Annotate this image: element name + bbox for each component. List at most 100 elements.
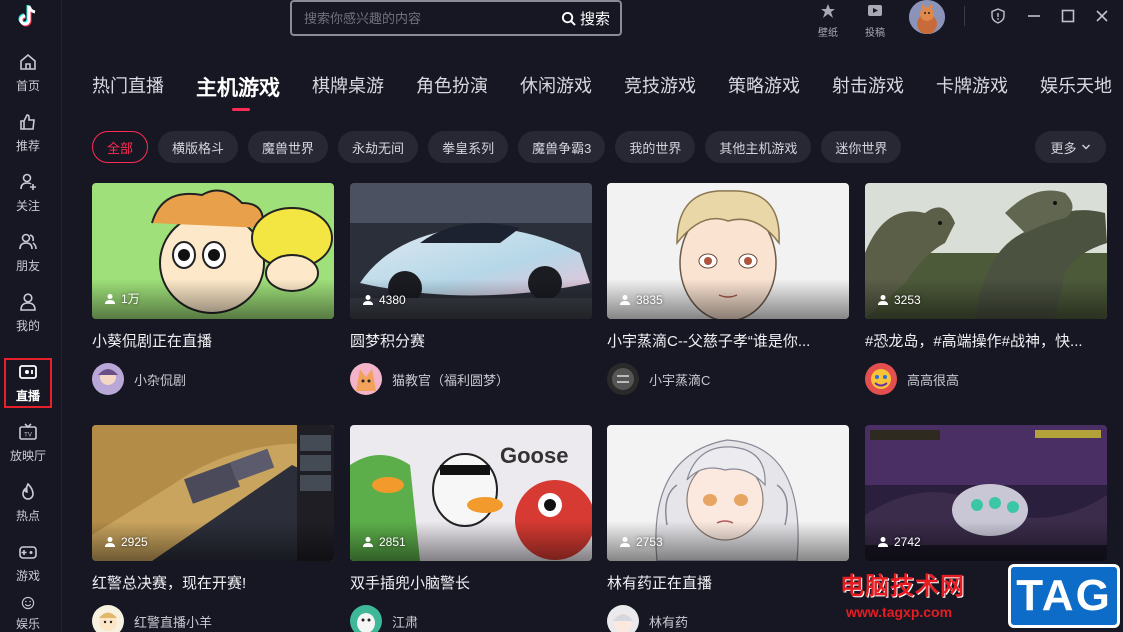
sidebar-item-games[interactable]: 游戏	[4, 538, 52, 588]
sidebar-item-cinema[interactable]: TV 放映厅	[4, 418, 52, 468]
sidebar-item-follow[interactable]: 关注	[4, 168, 52, 218]
viewer-count: 2925	[104, 535, 148, 549]
minimize-button[interactable]	[1022, 4, 1046, 28]
tab-hot-live[interactable]: 热门直播	[92, 72, 196, 108]
sidebar-item-mine[interactable]: 我的	[4, 288, 52, 338]
sidebar-item-entertainment[interactable]: 娱乐	[4, 596, 52, 632]
wallpaper-icon	[821, 3, 835, 18]
more-button[interactable]: 更多	[1035, 131, 1106, 163]
close-button[interactable]	[1090, 4, 1114, 28]
tab-role-playing[interactable]: 角色扮演	[416, 72, 520, 108]
chip-warcraft-3[interactable]: 魔兽争霸3	[518, 131, 606, 163]
live-card[interactable]: 2753 林有药正在直播 林有药	[607, 425, 849, 632]
card-title[interactable]: 林有药正在直播	[607, 572, 849, 593]
author-avatar[interactable]	[350, 605, 382, 632]
tab-console-games[interactable]: 主机游戏	[196, 72, 312, 111]
author-avatar[interactable]	[607, 605, 639, 632]
viewer-icon	[363, 295, 373, 305]
follow-user-icon	[20, 173, 36, 190]
card-title[interactable]: 圆梦积分赛	[350, 330, 592, 351]
live-card[interactable]: Goose 2851 双手插兜小脑警长 江肃	[350, 425, 592, 632]
card-author[interactable]: 高高很高	[865, 363, 1107, 395]
category-tabs: 热门直播 主机游戏 棋牌桌游 角色扮演 休闲游戏 竞技游戏 策略游戏 射击游戏 …	[92, 72, 1123, 111]
chip-king-of-fighters[interactable]: 拳皇系列	[428, 131, 509, 163]
author-avatar[interactable]	[350, 363, 382, 395]
more-label: 更多	[1050, 140, 1077, 156]
tab-shooting-games[interactable]: 射击游戏	[832, 72, 936, 108]
chip-side-scroll-fighting[interactable]: 横版格斗	[158, 131, 239, 163]
chevron-down-icon	[1081, 144, 1090, 150]
viewer-icon	[105, 293, 115, 304]
sidebar-item-hot[interactable]: 热点	[4, 478, 52, 528]
card-title[interactable]: 小葵侃剧正在直播	[92, 330, 334, 351]
sidebar-item-friends[interactable]: 朋友	[4, 228, 52, 278]
tab-board-games[interactable]: 棋牌桌游	[312, 72, 416, 108]
chip-minecraft[interactable]: 我的世界	[615, 131, 696, 163]
author-name: 高高很高	[907, 372, 960, 388]
sidebar-item-label: 放映厅	[9, 449, 46, 463]
window-controls-separator	[964, 6, 965, 26]
viewer-count-value: 3835	[636, 293, 663, 307]
tab-card-games[interactable]: 卡牌游戏	[936, 72, 1040, 108]
author-avatar[interactable]	[607, 363, 639, 395]
sidebar-item-label: 直播	[15, 389, 40, 403]
gamepad-icon	[19, 546, 37, 559]
tab-strategy-games[interactable]: 策略游戏	[728, 72, 832, 108]
chip-naraka[interactable]: 永劫无间	[338, 131, 419, 163]
card-title[interactable]: 双手插兜小脑警长	[350, 572, 592, 593]
card-title[interactable]: #恐龙岛，#高端操作#战神，快...	[865, 330, 1107, 351]
maximize-button[interactable]	[1056, 4, 1080, 28]
wallpaper-button[interactable]: 壁纸	[810, 0, 846, 40]
wallpaper-label: 壁纸	[818, 27, 838, 39]
security-button[interactable]	[986, 4, 1010, 28]
shield-icon	[991, 8, 1005, 24]
tv-icon: TV	[19, 423, 37, 440]
live-card[interactable]: 3835 小宇蒸滴C--父慈子孝“谁是你... 小宇蒸滴C	[607, 183, 849, 395]
viewer-count: 2851	[362, 535, 406, 549]
card-author[interactable]: 江肃	[350, 605, 592, 632]
author-name: 猫教官（福利圆梦）	[392, 372, 510, 388]
tab-competitive-games[interactable]: 竞技游戏	[624, 72, 728, 108]
sidebar-item-label: 热点	[15, 509, 40, 523]
user-avatar[interactable]	[909, 0, 945, 34]
search-button-label: 搜索	[579, 10, 610, 28]
live-card[interactable]: 2925 红警总决赛，现在开赛! 红警直播小羊	[92, 425, 334, 632]
viewer-count: 4380	[362, 293, 406, 307]
author-avatar[interactable]	[92, 605, 124, 632]
viewer-count-value: 3253	[894, 293, 921, 307]
sidebar-item-recommend[interactable]: 推荐	[4, 108, 52, 158]
card-author[interactable]: 林有药	[607, 605, 849, 632]
author-avatar[interactable]	[92, 363, 124, 395]
sidebar-item-label: 娱乐	[15, 617, 40, 631]
chip-all[interactable]: 全部	[92, 131, 149, 163]
live-card[interactable]: 1万 小葵侃剧正在直播 小杂侃剧	[92, 183, 334, 395]
live-card[interactable]: 4380 圆梦积分赛 猫教官（福利圆梦）	[350, 183, 592, 395]
thumbs-up-icon	[20, 114, 35, 130]
tab-casual-games[interactable]: 休闲游戏	[520, 72, 624, 108]
card-author[interactable]: 小宇蒸滴C	[607, 363, 849, 395]
douyin-logo-icon[interactable]	[12, 2, 42, 32]
card-author[interactable]: 红警直播小羊	[92, 605, 334, 632]
card-author[interactable]: 猫教官（福利圆梦）	[350, 363, 592, 395]
card-title[interactable]: 红警总决赛，现在开赛!	[92, 572, 334, 593]
card-author[interactable]: 小杂侃剧	[92, 363, 334, 395]
upload-button[interactable]: 投稿	[857, 0, 893, 40]
sidebar-item-home[interactable]: 首页	[4, 48, 52, 98]
chip-mini-world[interactable]: 迷你世界	[821, 131, 902, 163]
author-avatar[interactable]	[865, 363, 897, 395]
chip-other-console-games[interactable]: 其他主机游戏	[705, 131, 812, 163]
watermark-tag: TAG	[1008, 564, 1120, 628]
site-watermark: 电脑技术网 www.tagxp.com TAG	[840, 560, 1123, 632]
tab-entertainment[interactable]: 娱乐天地	[1040, 72, 1123, 108]
chip-world-of-warcraft[interactable]: 魔兽世界	[248, 131, 329, 163]
card-title[interactable]: 小宇蒸滴C--父慈子孝“谁是你...	[607, 330, 849, 351]
search-input[interactable]	[292, 10, 561, 26]
friends-icon	[19, 233, 37, 250]
sidebar-item-label: 推荐	[15, 139, 40, 153]
sidebar: 首页 推荐 关注 朋友 我的 直播 TV 放映厅 热点 游戏 娱乐	[0, 0, 62, 632]
live-card[interactable]: 3253 #恐龙岛，#高端操作#战神，快... 高高很高	[865, 183, 1107, 395]
search-button[interactable]: 搜索	[561, 8, 620, 29]
sidebar-item-live[interactable]: 直播	[4, 358, 52, 408]
author-name: 江肃	[392, 614, 419, 630]
avatar-image	[909, 0, 945, 34]
